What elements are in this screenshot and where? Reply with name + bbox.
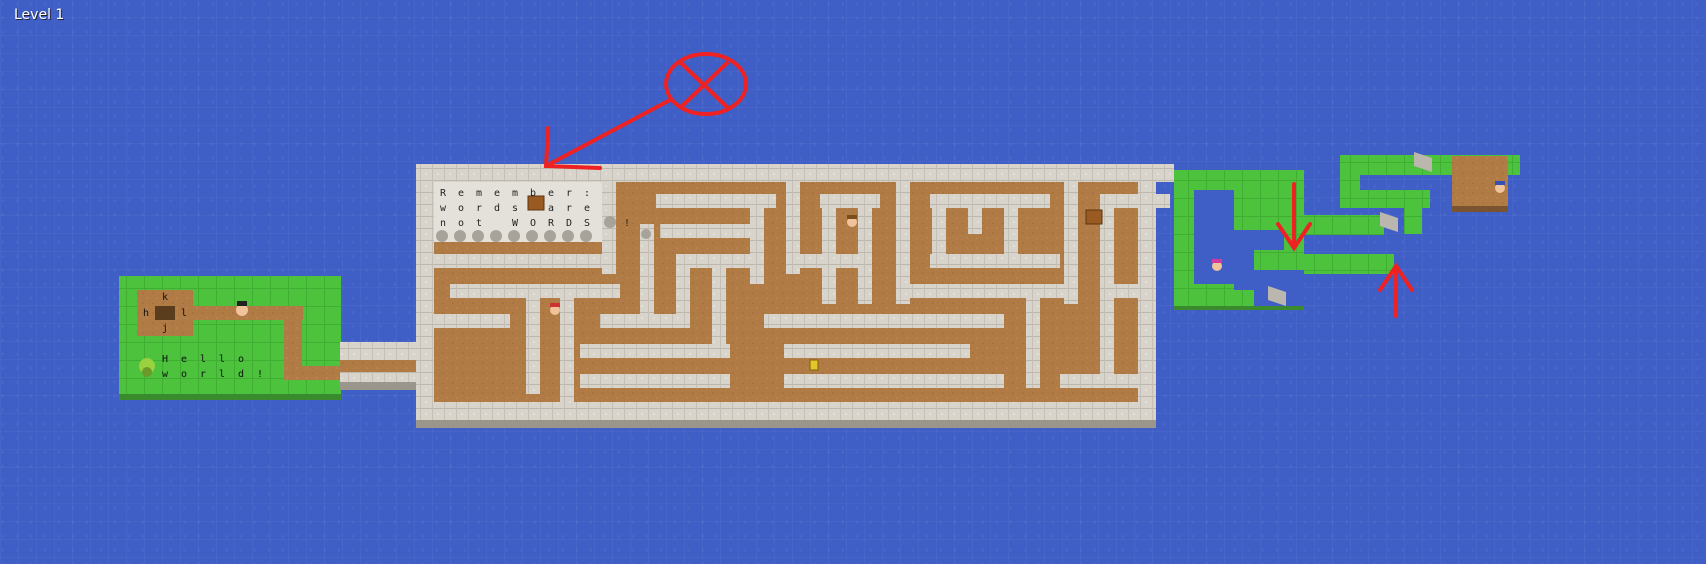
npc-character-icon: [550, 303, 560, 315]
sign-letter: s: [511, 203, 519, 214]
sign-letter: !: [623, 218, 631, 229]
sign-letter: o: [180, 369, 188, 380]
yellow-key-icon: [809, 359, 819, 371]
npc-character-icon: [1495, 181, 1505, 193]
sign-letter: l: [218, 369, 226, 380]
sign-letter: m: [511, 188, 519, 199]
sign-letter: e: [493, 188, 501, 199]
sign-letter: r: [565, 203, 573, 214]
sign-letter: W: [511, 218, 519, 229]
key-letter-l: l: [180, 308, 188, 319]
game-map: [119, 52, 1520, 428]
sign-letter: o: [457, 218, 465, 229]
green-maze: [1174, 152, 1520, 310]
sign-letter: e: [547, 188, 555, 199]
stone-bridge: [340, 342, 418, 390]
sign-letter: l: [218, 354, 226, 365]
sign-letter: d: [493, 203, 501, 214]
sign-letter: d: [237, 369, 245, 380]
start-island: [119, 276, 342, 400]
sign-letter: D: [565, 218, 573, 229]
sign-letter: r: [199, 369, 207, 380]
sign-letter: :: [583, 188, 591, 199]
sign-letter: r: [565, 188, 573, 199]
sign-letter: l: [199, 354, 207, 365]
red-arrow-annotation-icon: [543, 98, 672, 170]
sign-letter: e: [457, 188, 465, 199]
sign-letter: m: [475, 188, 483, 199]
npc-character-icon: [847, 215, 857, 227]
sign-letter: t: [475, 218, 483, 229]
sign-letter: b: [529, 188, 537, 199]
sign-letter: w: [439, 203, 447, 214]
crossed-circle-annotation-icon: [664, 52, 748, 116]
key-letter-k: k: [161, 292, 169, 303]
sign-letter: S: [583, 218, 591, 229]
sign-letter: a: [547, 203, 555, 214]
sign-letter: o: [457, 203, 465, 214]
sign-letter: n: [439, 218, 447, 229]
sign-letter: w: [161, 369, 169, 380]
key-letter-j: j: [161, 323, 169, 334]
sign-letter: !: [256, 369, 264, 380]
sign-letter: R: [439, 188, 447, 199]
sign-letter: e: [180, 354, 188, 365]
npc-character-icon: [1212, 259, 1222, 271]
player-character-icon: [236, 301, 248, 316]
sign-letter: O: [529, 218, 537, 229]
sign-letter: e: [583, 203, 591, 214]
key-letter-h: h: [142, 308, 150, 319]
treasure-chest-icon: [1085, 209, 1103, 225]
sign-letter: R: [547, 218, 555, 229]
sign-letter: H: [161, 354, 169, 365]
sign-letter: o: [237, 354, 245, 365]
sign-letter: r: [475, 203, 483, 214]
